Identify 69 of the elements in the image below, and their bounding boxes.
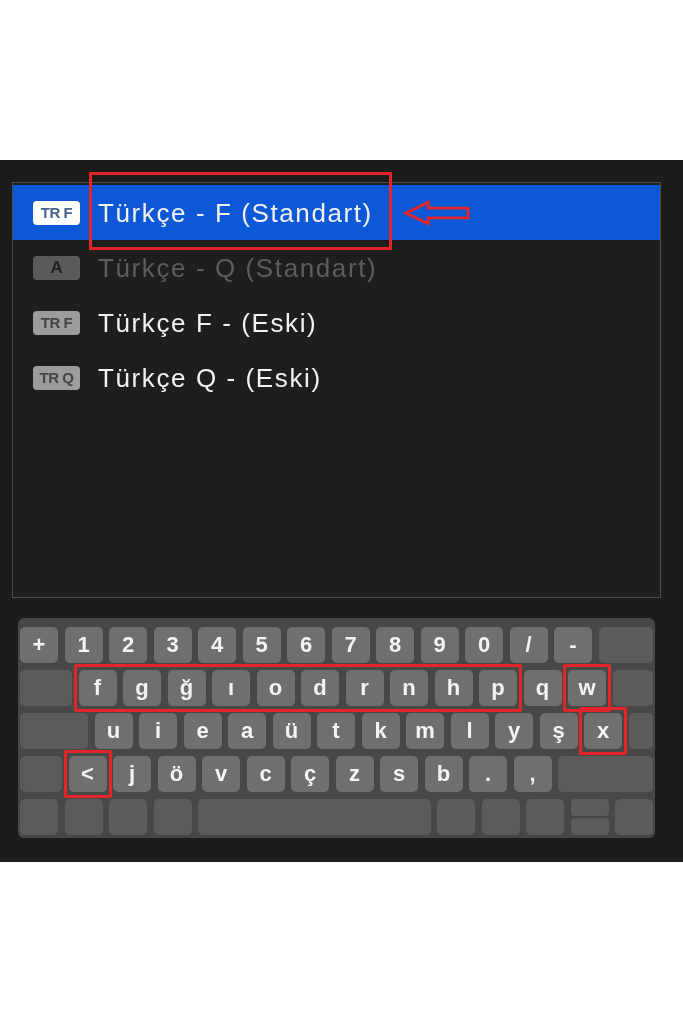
keyboard-key[interactable]: e xyxy=(183,713,222,749)
keyboard-key[interactable]: 0 xyxy=(465,627,503,663)
keyboard-key[interactable]: 5 xyxy=(242,627,281,663)
keyboard-key[interactable]: ç xyxy=(291,756,329,792)
keyboard-key[interactable] xyxy=(64,799,103,835)
keyboard-key[interactable]: 2 xyxy=(109,627,147,663)
input-source-label: Türkçe F - (Eski) xyxy=(98,307,318,338)
keyboard-key[interactable]: a xyxy=(228,713,266,749)
keyboard-key[interactable]: 8 xyxy=(376,627,414,663)
keyboard-key[interactable]: ş xyxy=(539,713,578,749)
keyboard-key[interactable]: g xyxy=(123,670,161,706)
input-source-badge: TR Q xyxy=(33,365,80,390)
keyboard-key[interactable]: 1 xyxy=(64,627,103,663)
annotation-arrow xyxy=(402,198,471,227)
keyboard-key[interactable]: / xyxy=(509,627,548,663)
input-source-badge: A xyxy=(33,255,80,280)
keyboard-key[interactable]: w xyxy=(568,670,606,706)
keyboard-key[interactable]: ı xyxy=(212,670,250,706)
keyboard-key[interactable]: , xyxy=(513,756,552,792)
input-source-row[interactable]: TR F Türkçe - F (Standart) xyxy=(13,185,660,240)
input-source-badge: TR F xyxy=(33,310,80,335)
keyboard-key[interactable] xyxy=(615,799,653,835)
keyboard-key[interactable]: ğ xyxy=(167,670,206,706)
keyboard-key[interactable]: i xyxy=(139,713,177,749)
keyboard-key[interactable]: q xyxy=(523,670,562,706)
input-source-row[interactable]: TR Q Türkçe Q - (Eski) xyxy=(13,350,660,405)
keyboard-key[interactable]: x xyxy=(584,713,622,749)
keyboard-key[interactable]: z xyxy=(335,756,374,792)
keyboard-key[interactable]: m xyxy=(406,713,444,749)
keyboard-key[interactable]: s xyxy=(380,756,418,792)
keyboard-key[interactable]: l xyxy=(450,713,489,749)
keyboard-key[interactable]: - xyxy=(554,627,592,663)
keyboard-key[interactable]: . xyxy=(469,756,507,792)
keyboard-key[interactable]: c xyxy=(246,756,285,792)
keyboard-key[interactable] xyxy=(109,799,147,835)
input-source-label: Türkçe - Q (Standart) xyxy=(98,252,378,283)
keyboard-key[interactable]: 9 xyxy=(420,627,459,663)
keyboard-key[interactable]: < xyxy=(68,756,107,792)
input-source-badge: TR F xyxy=(33,200,80,225)
keyboard-key[interactable]: p xyxy=(479,670,517,706)
keyboard-key[interactable]: t xyxy=(317,713,355,749)
keyboard-key[interactable]: d xyxy=(301,670,339,706)
keyboard-key[interactable]: + xyxy=(20,627,58,663)
keyboard-key[interactable] xyxy=(628,713,653,749)
keyboard-key[interactable]: 7 xyxy=(331,627,370,663)
keyboard-key[interactable] xyxy=(20,713,88,749)
keyboard-key[interactable]: k xyxy=(361,713,400,749)
keyboard-key[interactable]: n xyxy=(390,670,428,706)
input-source-row[interactable]: TR F Türkçe F - (Eski) xyxy=(13,295,660,350)
keyboard-key[interactable]: j xyxy=(113,756,151,792)
keyboard-key[interactable]: 6 xyxy=(287,627,325,663)
keyboard-key[interactable]: f xyxy=(78,670,117,706)
keyboard-key[interactable]: u xyxy=(94,713,133,749)
keyboard-key[interactable]: 4 xyxy=(198,627,236,663)
keyboard-key[interactable]: r xyxy=(345,670,384,706)
input-source-label: Türkçe - F (Standart) xyxy=(98,197,373,228)
keyboard-key[interactable] xyxy=(558,756,653,792)
keyboard-key[interactable]: b xyxy=(424,756,463,792)
keyboard-key[interactable] xyxy=(598,627,653,663)
keyboard-key[interactable] xyxy=(612,670,653,706)
keyboard-key[interactable]: o xyxy=(256,670,295,706)
keyboard-key[interactable]: 3 xyxy=(153,627,192,663)
keyboard-key[interactable]: ö xyxy=(157,756,196,792)
keyboard-key[interactable] xyxy=(20,799,58,835)
keyboard-key[interactable]: ü xyxy=(272,713,311,749)
input-source-label: Türkçe Q - (Eski) xyxy=(98,362,322,393)
keyboard-key[interactable]: v xyxy=(202,756,240,792)
keyboard-key[interactable]: h xyxy=(434,670,473,706)
keyboard-key[interactable]: y xyxy=(495,713,533,749)
